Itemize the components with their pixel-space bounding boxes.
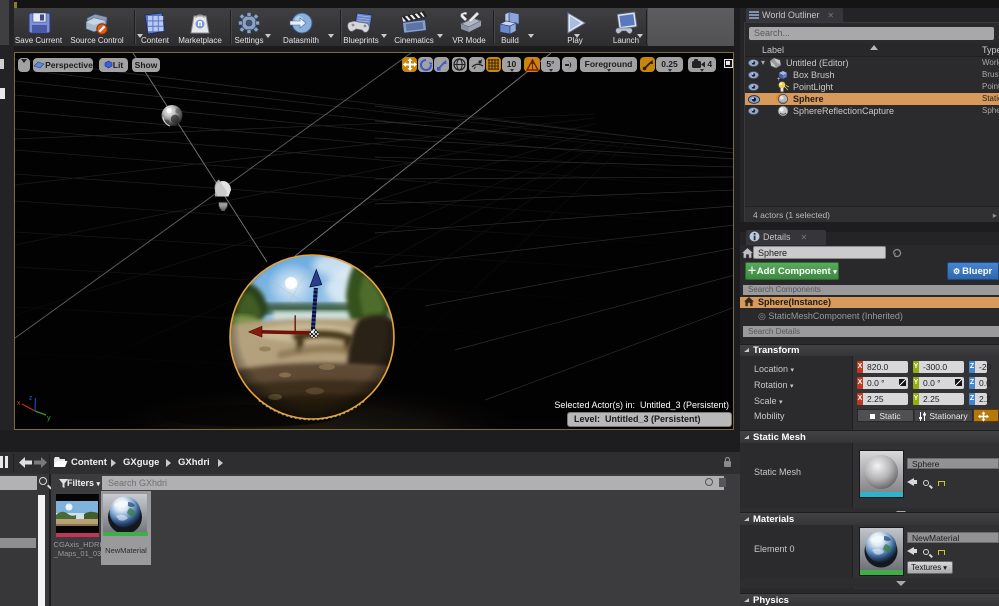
svg-text:x: x bbox=[17, 400, 21, 407]
svg-text:z: z bbox=[29, 395, 33, 402]
svg-text:y: y bbox=[47, 415, 51, 422]
